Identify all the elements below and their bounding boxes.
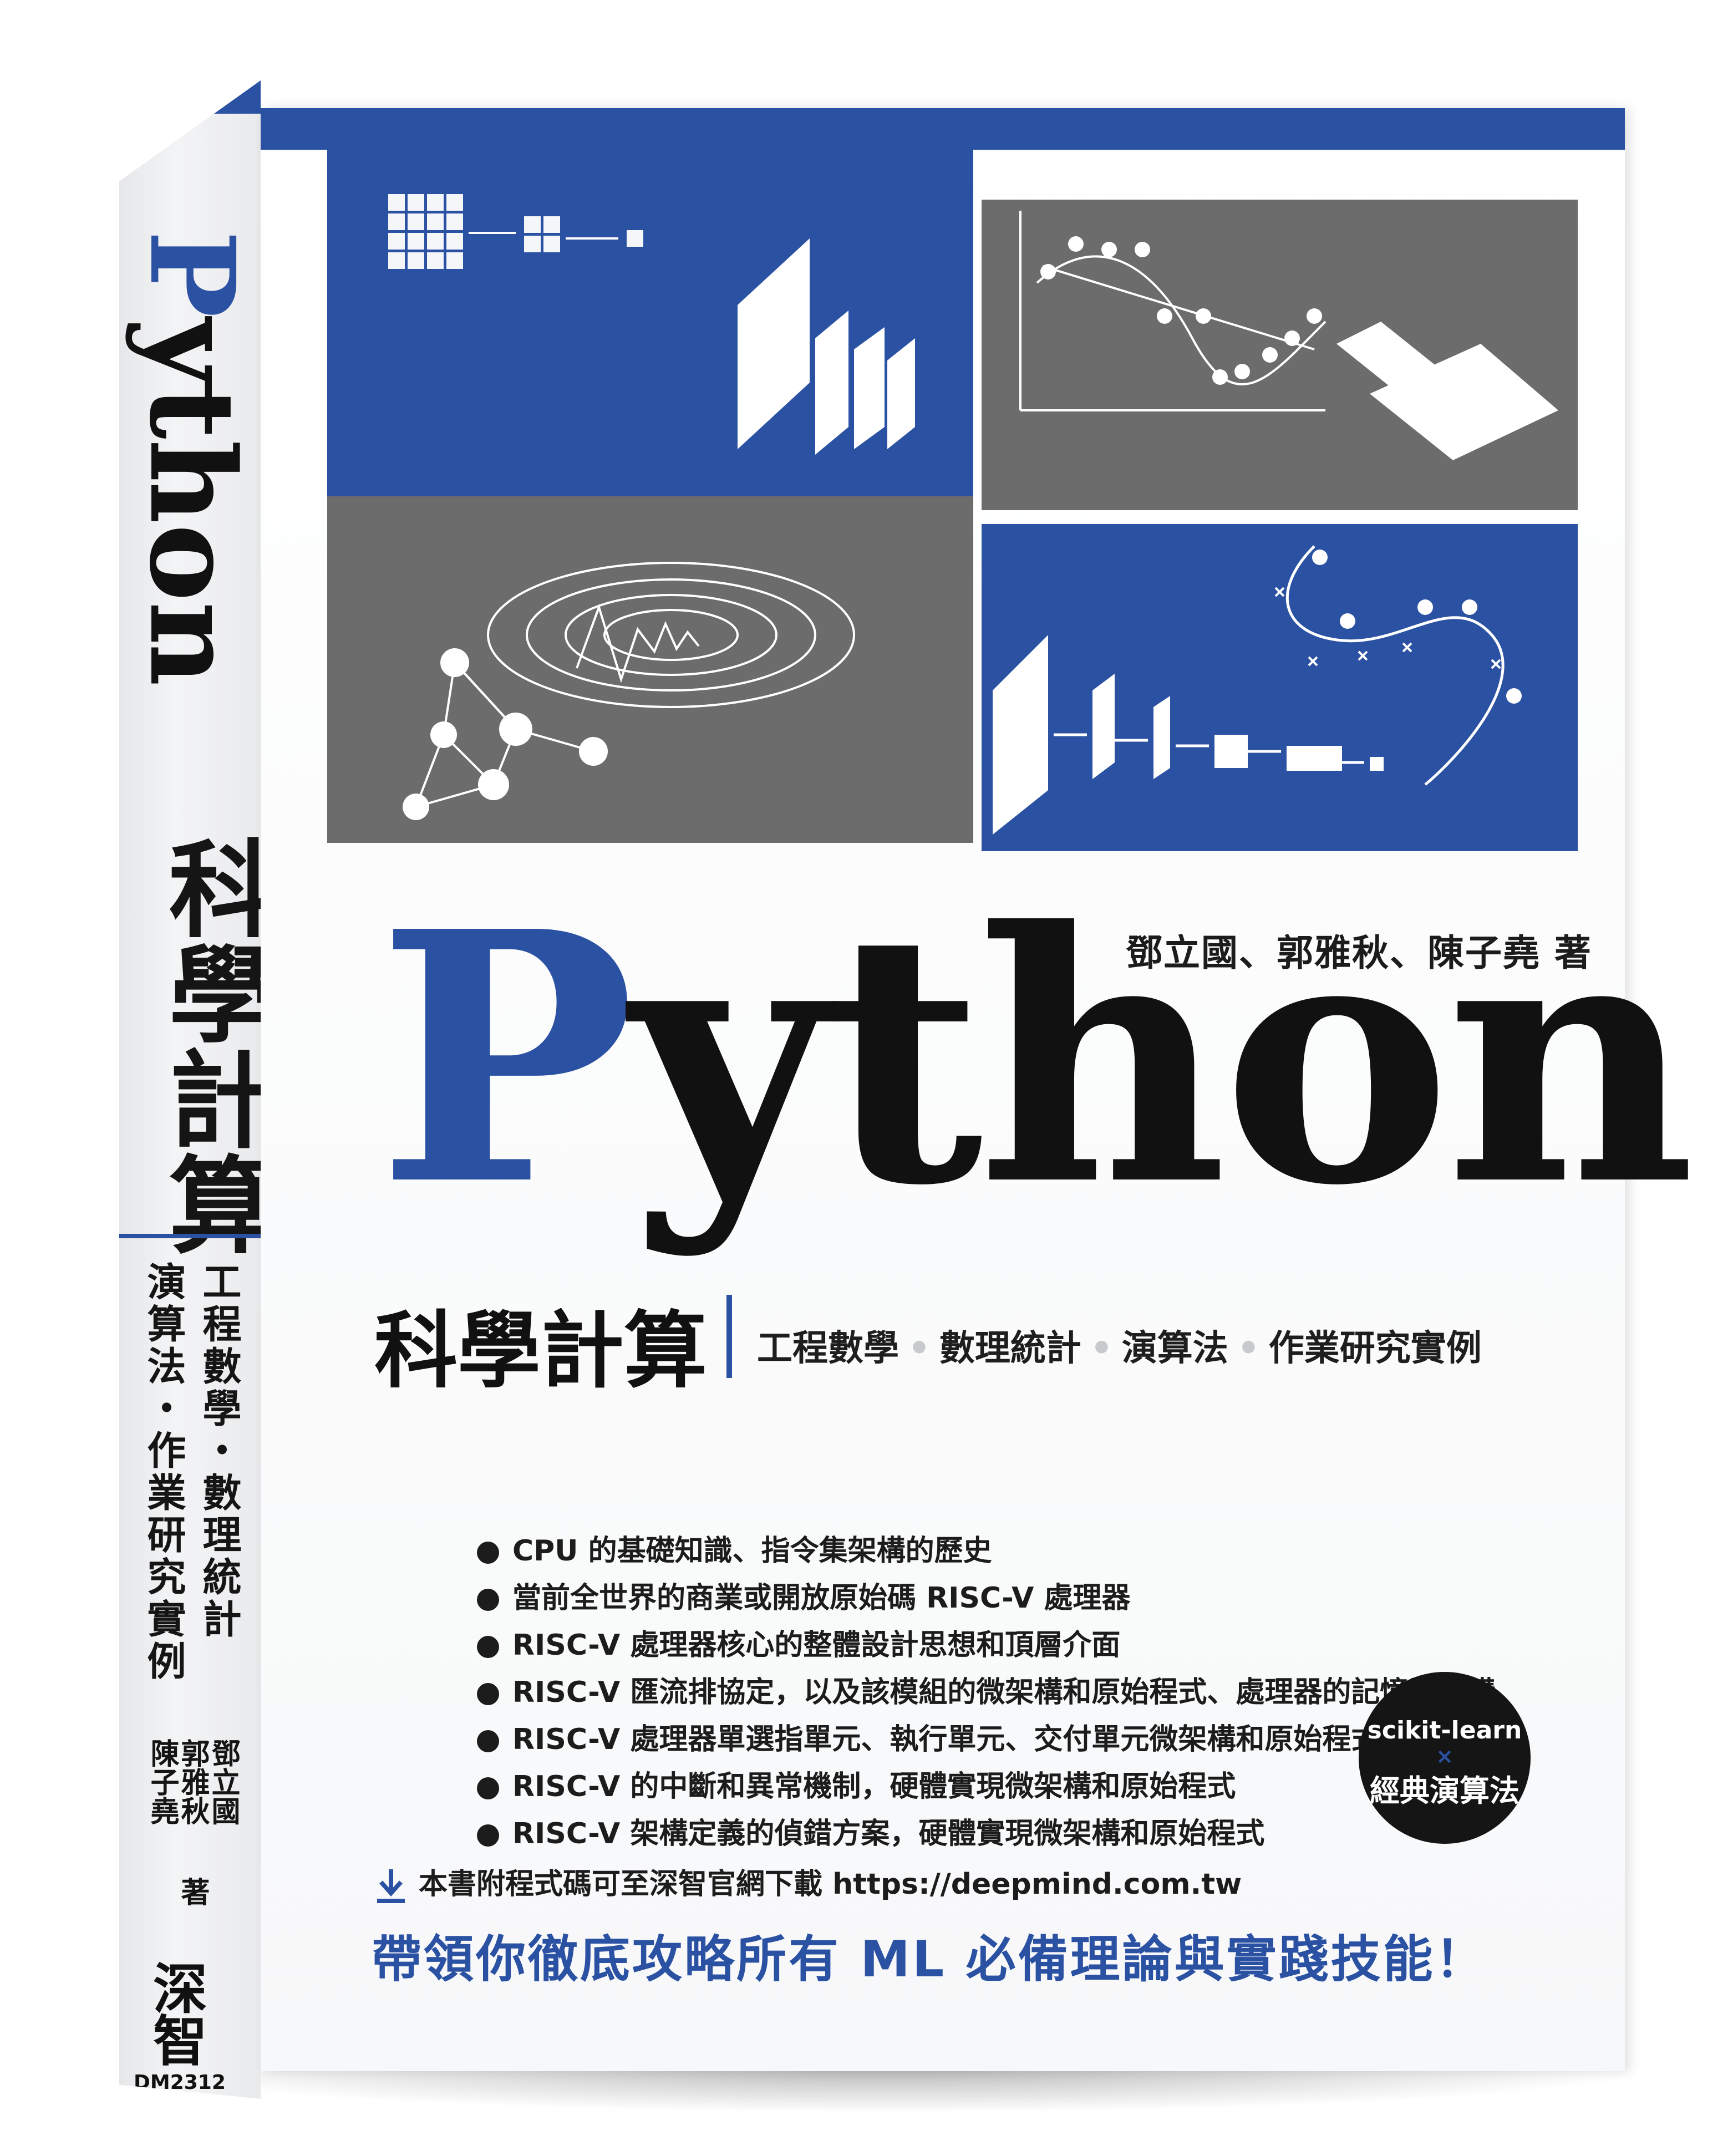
illustration-cnn-pooling — [327, 139, 973, 510]
network-contour-graphic — [403, 562, 855, 820]
title-first-letter: P — [377, 857, 636, 1261]
topic-item: 工程數學 — [757, 1328, 899, 1369]
topic-list: 工程數學 • 數理統計 • 演算法 • 作業研究實例 — [757, 1320, 1482, 1371]
bullet-item: RISC-V 架構定義的偵錯方案，硬體實現微架構和原始程式 — [477, 1811, 1495, 1858]
bullet-dot-icon — [477, 1730, 499, 1752]
spine-title: Python — [119, 230, 261, 686]
classification-pipeline-graphic — [993, 545, 1522, 835]
feature-bullet-list: CPU 的基礎知識、指令集架構的歷史 當前全世界的商業或開放原始碼 RISC-V… — [477, 1528, 1495, 1858]
bullet-text: RISC-V 處理器核心的整體設計思想和頂層介面 — [512, 1629, 1121, 1662]
bullet-item: RISC-V 的中斷和異常機制，硬體實現微架構和原始程式 — [477, 1763, 1495, 1811]
spine-topics-line2: 演算法・作業研究實例 — [141, 1262, 186, 1683]
bullet-text: 當前全世界的商業或開放原始碼 RISC-V 處理器 — [512, 1582, 1131, 1615]
bullet-item: RISC-V 匯流排協定，以及該模組的微架構和原始程式、處理器的記憶體架構 — [477, 1669, 1495, 1716]
badge-line2: 經典演算法 — [1370, 1773, 1519, 1808]
badge-cross: × — [1436, 1744, 1454, 1768]
subtitle-divider — [726, 1295, 732, 1378]
bullet-item: RISC-V 處理器核心的整體設計思想和頂層介面 — [477, 1622, 1495, 1669]
scikit-learn-badge: scikit-learn × 經典演算法 — [1359, 1672, 1531, 1844]
bullet-text: RISC-V 的中斷和異常機制，硬體實現微架構和原始程式 — [512, 1770, 1236, 1803]
bullet-dot-icon — [477, 1777, 499, 1799]
spine-author-suffix: 著 — [176, 1877, 209, 1906]
bullet-text: RISC-V 匯流排協定，以及該模組的微架構和原始程式、處理器的記憶體架構 — [512, 1676, 1496, 1709]
regression-graphic — [1019, 211, 1558, 460]
illustration-network-contour — [327, 496, 973, 843]
book-subtitle: 科學計算 — [374, 1303, 708, 1400]
topic-separator: • — [1237, 1328, 1260, 1369]
spine-title-rest: ython — [124, 317, 261, 687]
bullet-dot-icon — [477, 1636, 499, 1658]
bullet-dot-icon — [477, 1824, 499, 1847]
bullet-text: RISC-V 架構定義的偵錯方案，硬體實現微架構和原始程式 — [512, 1817, 1265, 1850]
bullet-dot-icon — [477, 1589, 499, 1611]
badge-line1: scikit-learn — [1367, 1716, 1522, 1745]
spine-divider — [119, 1234, 261, 1238]
cnn-pooling-graphic — [388, 194, 915, 455]
spine-book-code: DM2312 — [134, 2071, 226, 2094]
topic-item: 數理統計 — [939, 1328, 1081, 1369]
book-spine: Python 科學計算 工程數學・數理統計 演算法・作業研究實例 鄧立國 郭雅秋… — [119, 80, 261, 2099]
bullet-item: CPU 的基礎知識、指令集架構的歷史 — [477, 1528, 1495, 1575]
spine-title-first-letter: P — [124, 230, 261, 318]
download-arrow-icon — [377, 1869, 405, 1903]
download-text: 本書附程式碼可至深智官網下載 https://deepmind.com.tw — [419, 1868, 1242, 1901]
illustration-classification-pipeline — [982, 524, 1578, 851]
topic-item: 作業研究實例 — [1268, 1328, 1482, 1369]
bullet-text: RISC-V 處理器單選指單元、執行單元、交付單元微架構和原始程式 — [512, 1723, 1380, 1756]
spine-author-3: 陳子堯 — [145, 1738, 179, 1825]
download-note: 本書附程式碼可至深智官網下載 https://deepmind.com.tw — [374, 1860, 1242, 1905]
front-cover: 鄧立國、郭雅秋、陳子堯 著 Python 科學計算 工程數學 • 數理統計 • 演算法 •… — [261, 108, 1696, 2071]
bullet-dot-icon — [477, 1542, 499, 1564]
bullet-dot-icon — [477, 1683, 499, 1705]
bullet-item: RISC-V 處理器單選指單元、執行單元、交付單元微架構和原始程式 — [477, 1716, 1495, 1763]
spine-top-band — [119, 80, 261, 114]
bullet-text: CPU 的基礎知識、指令集架構的歷史 — [512, 1534, 992, 1568]
book-title: Python — [377, 887, 1696, 1231]
title-rest: ython — [630, 857, 1696, 1261]
topic-separator: • — [908, 1328, 931, 1369]
topic-item: 演算法 — [1121, 1328, 1228, 1369]
topic-separator: • — [1090, 1328, 1113, 1369]
slogan: 帶領你徹底攻略所有 ML 必備理論與實踐技能！ — [372, 1930, 1487, 1989]
spine-publisher-logo: 深智 — [144, 1960, 207, 2065]
spine-topics-line1: 工程數學・數理統計 — [196, 1262, 242, 1641]
bullet-item: 當前全世界的商業或開放原始碼 RISC-V 處理器 — [477, 1575, 1495, 1622]
illustration-regression — [982, 200, 1578, 510]
